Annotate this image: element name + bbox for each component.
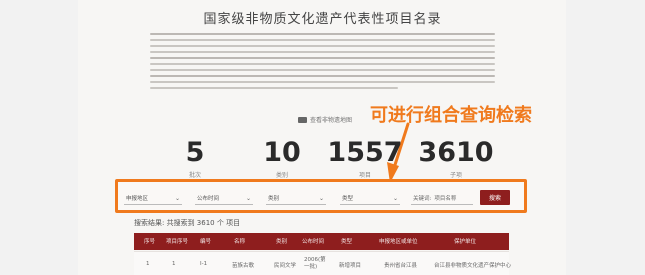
category-select-label: 类别	[268, 196, 280, 202]
stat-value: 10	[263, 137, 301, 168]
results-count: 搜索结果: 共搜索到 3610 个 项目	[134, 219, 241, 227]
stat-value: 1557	[327, 137, 403, 168]
stat-value: 5	[185, 137, 205, 168]
publish-time-select-label: 公布时间	[197, 196, 220, 202]
chevron-down-icon: ⌄	[392, 194, 398, 202]
stat-label: 类别	[275, 172, 288, 179]
filter-bar: 申报地区 ⌄ 公布时间 ⌄ 类别 ⌄ 类型 ⌄ 关键词: 项目名称 搜索	[115, 179, 527, 213]
annotation-callout: 可进行组合查询检索	[370, 105, 532, 126]
table-cell: 1	[146, 261, 150, 267]
chevron-down-icon: ⌄	[318, 194, 324, 202]
table-cell: 苗族古歌	[232, 263, 255, 269]
view-map-link[interactable]: 查看非物遗地图	[298, 115, 352, 124]
intro-text-line	[150, 63, 495, 65]
intro-text-line	[150, 45, 495, 47]
intro-text-line	[150, 57, 495, 59]
intro-text-line	[150, 33, 495, 35]
map-icon	[298, 116, 307, 123]
intro-text-block	[150, 30, 495, 93]
column-header: 编号	[200, 239, 212, 245]
stat-label: 批次	[188, 172, 201, 179]
table-cell: 台江县非物质文化遗产保护中心	[434, 263, 512, 269]
intro-text-line	[150, 87, 399, 89]
column-header: 序号	[144, 239, 156, 245]
region-select[interactable]: 申报地区 ⌄	[124, 192, 182, 205]
stat-label: 子项	[449, 172, 462, 179]
chevron-down-icon: ⌄	[174, 194, 180, 202]
stat-category: 10 类别	[242, 137, 322, 180]
table-cell: 民间文学	[274, 263, 297, 269]
stat-subitem: 3610 子项	[416, 137, 496, 180]
table-cell: 2006(第一批)	[304, 257, 326, 270]
table-cell: 新增项目	[339, 263, 362, 269]
intro-text-line	[150, 39, 495, 41]
column-header: 公布时间	[302, 239, 325, 245]
table-cell: 1	[172, 261, 176, 267]
column-header: 类别	[276, 239, 288, 245]
stat-project: 1557 项目	[325, 137, 405, 180]
table-row[interactable]: 1 1 I-1 苗族古歌 民间文学 2006(第一批) 新增项目 贵州省台江县 …	[134, 252, 512, 275]
region-select-label: 申报地区	[126, 196, 149, 202]
intro-text-line	[150, 81, 495, 83]
table-cell: I-1	[200, 261, 208, 267]
column-header: 申报地区或单位	[379, 239, 418, 245]
intro-text-line	[150, 69, 495, 71]
stat-batch: 5 批次	[155, 137, 235, 180]
page: 国家级非物质文化遗产代表性项目名录 查看非物遗地图 可进行组合查询检索 5 批次…	[0, 0, 645, 275]
stat-label: 项目	[358, 172, 371, 179]
column-header: 名称	[234, 239, 246, 245]
view-map-label: 查看非物遗地图	[310, 117, 353, 124]
table-cell: 贵州省台江县	[384, 263, 418, 269]
column-header: 保护单位	[454, 239, 477, 245]
search-button[interactable]: 搜索	[480, 190, 510, 205]
publish-time-select[interactable]: 公布时间 ⌄	[195, 192, 253, 205]
category-select[interactable]: 类别 ⌄	[266, 192, 326, 205]
table-header: 序号 项目序号 编号 名称 类别 公布时间 类型 申报地区或单位 保护单位	[134, 233, 509, 250]
type-select[interactable]: 类型 ⌄	[340, 192, 400, 205]
chevron-down-icon: ⌄	[245, 194, 251, 202]
keyword-placeholder: 项目名称	[434, 196, 457, 202]
type-select-label: 类型	[342, 196, 354, 202]
stat-value: 3610	[418, 137, 494, 168]
column-header: 类型	[341, 239, 353, 245]
column-header: 项目序号	[166, 239, 189, 245]
intro-text-line	[150, 75, 495, 77]
keyword-field[interactable]: 关键词: 项目名称	[411, 192, 473, 205]
keyword-label: 关键词:	[413, 196, 432, 202]
page-title: 国家级非物质文化遗产代表性项目名录	[203, 12, 442, 27]
intro-text-line	[150, 51, 495, 53]
